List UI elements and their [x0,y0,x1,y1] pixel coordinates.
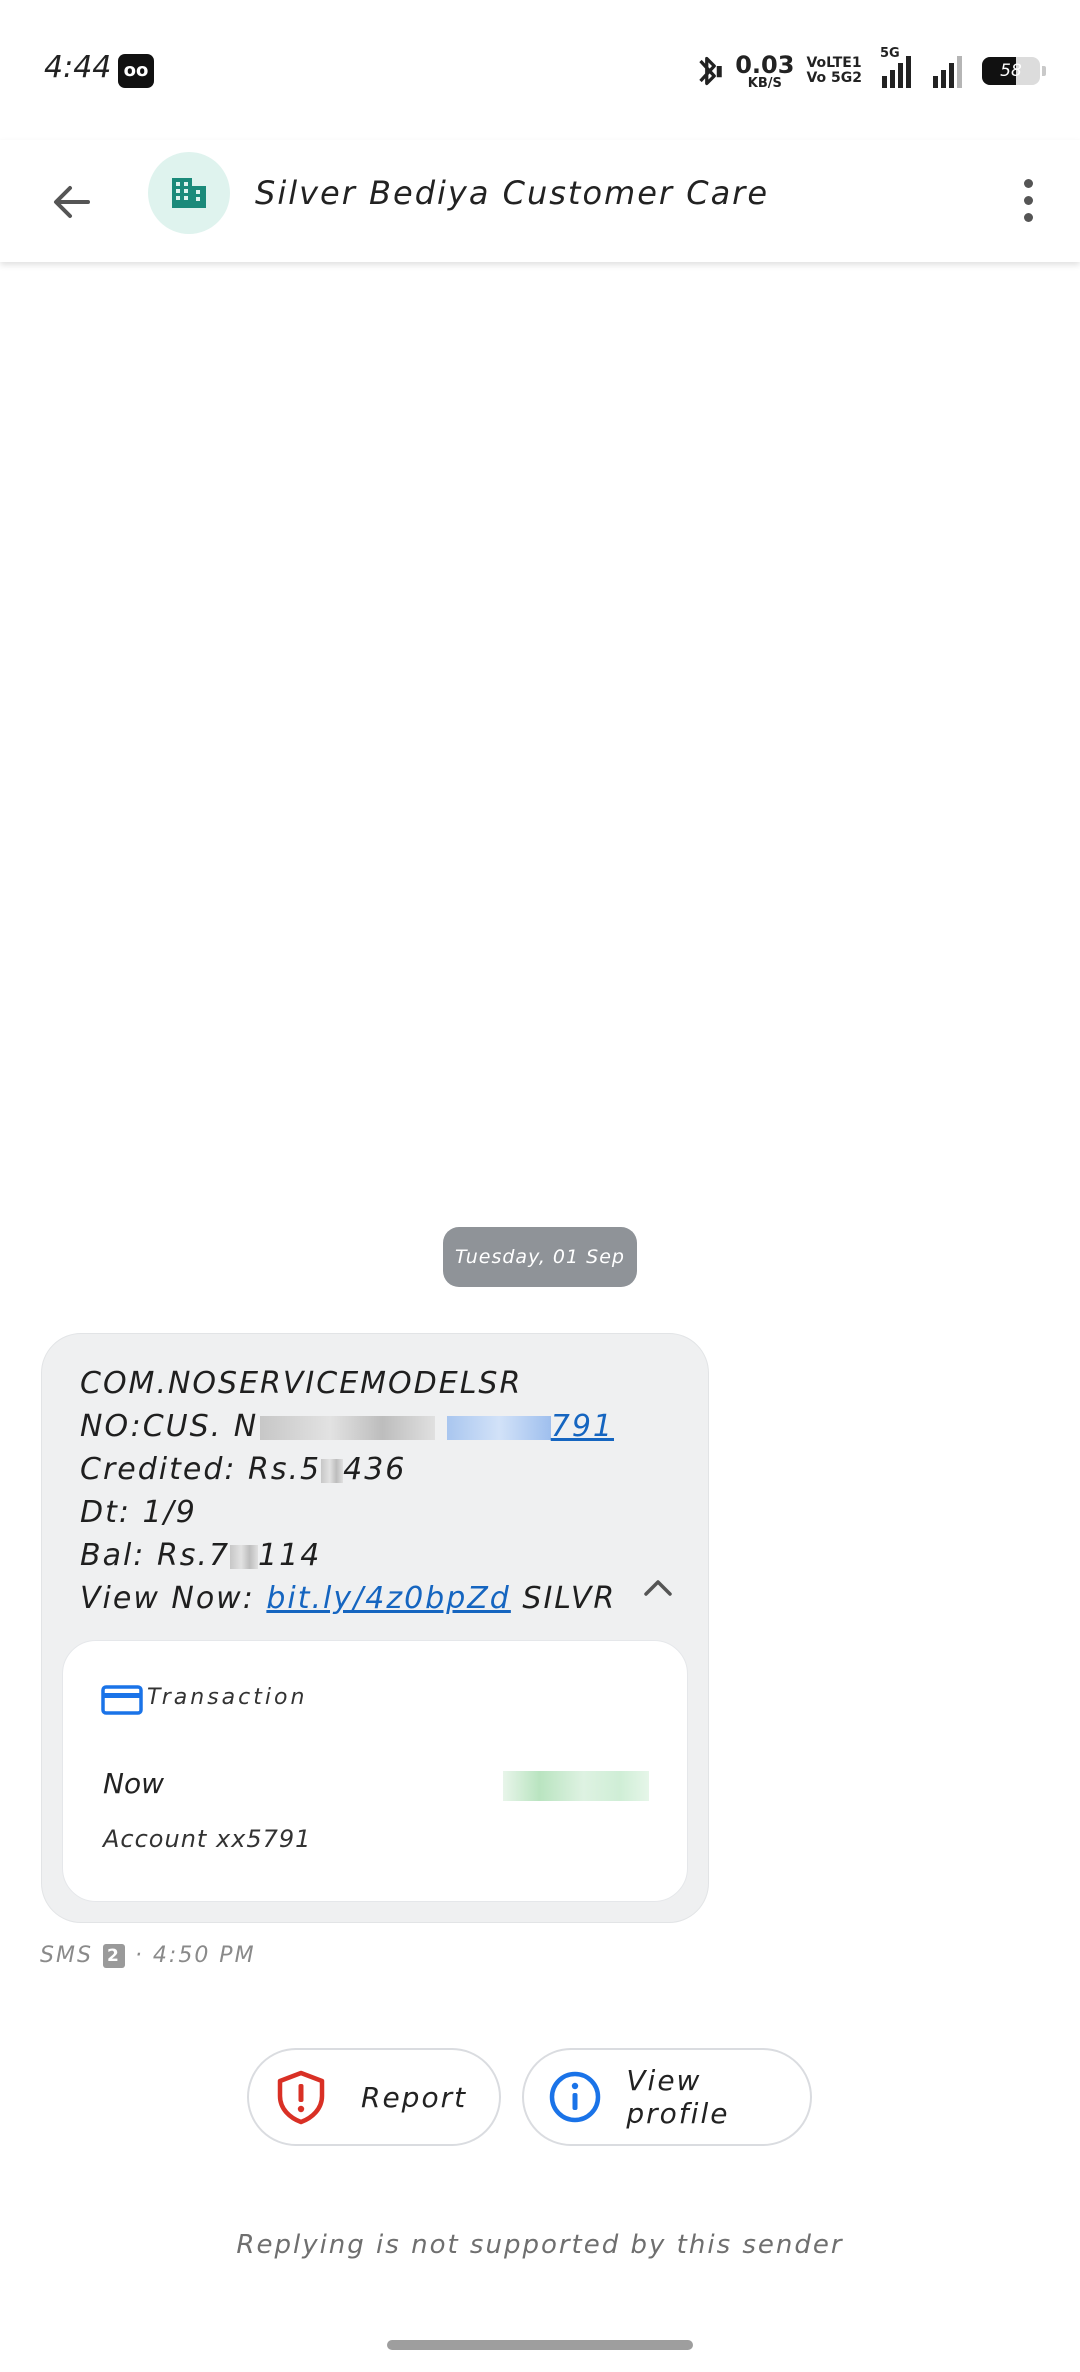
signal-icon-sim2 [933,54,962,88]
message-line: View Now: bit.ly/4z0bpZd SILVR [80,1581,617,1616]
redacted-text [230,1544,259,1569]
redacted-text [446,1415,551,1440]
volte-line-2: Vo 5G2 [806,70,862,86]
network-speed-unit: KB/S [747,75,782,91]
notification-app-icon: oo [118,54,154,88]
conversation-screen: 4:44 oo 0.03 KB/S VoLTE1 Vo 5G2 5G 58 Si… [0,0,1080,2372]
status-indicators: 0.03 KB/S VoLTE1 Vo 5G2 5G 58 [693,46,1046,94]
signal-icon: 5G [880,46,911,88]
chevron-up-icon [644,1580,672,1596]
reply-unsupported-note: Replying is not supported by this sender [236,2230,844,2260]
bluetooth-icon [699,56,722,86]
avatar[interactable] [148,152,230,234]
redacted-text [260,1415,436,1440]
business-icon [172,178,206,208]
battery-level: 58 [1000,61,1022,81]
message-line: COM.NOSERVICEMODELSR [80,1366,523,1401]
contact-name[interactable]: Silver Bediya Customer Care [255,174,769,212]
redacted-amount [503,1771,649,1801]
battery-icon: 58 [982,57,1046,85]
report-shield-icon [277,2070,325,2125]
network-speed: 0.03 KB/S [735,53,794,90]
report-button[interactable]: Report [247,2048,501,2146]
transaction-time: Now [103,1767,164,1800]
message-bubble[interactable]: COM.NOSERVICEMODELSR NO:CUS. N 791 Credi… [41,1333,709,1923]
view-profile-button[interactable]: View profile [522,2048,812,2146]
message-line: Bal: Rs.7 114 [80,1538,322,1573]
message-meta: SMS 2 · 4:50 PM [40,1943,256,1968]
status-bar: 4:44 oo 0.03 KB/S VoLTE1 Vo 5G2 5G 58 [0,0,1080,140]
collapse-button[interactable] [638,1572,678,1602]
message-type: SMS [40,1943,93,1968]
network-speed-value: 0.03 [735,50,795,79]
report-label: Report [361,2080,468,2114]
message-line: NO:CUS. N 791 [80,1409,614,1444]
phone-link[interactable]: 791 [446,1409,614,1444]
view-profile-label: View profile [626,2064,730,2130]
more-vert-icon [1023,178,1033,188]
info-icon [549,2071,601,2123]
volte-line-1: VoLTE1 [806,54,862,71]
transaction-card-title: Transaction [147,1685,308,1710]
volte-indicator: VoLTE1 Vo 5G2 [806,54,862,87]
message-text: COM.NOSERVICEMODELSR NO:CUS. N 791 Credi… [80,1362,616,1620]
credit-card-icon [101,1685,143,1715]
home-indicator[interactable] [387,2340,693,2350]
date-separator: Tuesday, 01 Sep [443,1227,637,1287]
transaction-card[interactable]: Transaction Now Account xx5791 [62,1640,688,1902]
back-button[interactable] [40,170,104,234]
message-line: Credited: Rs.5 436 [80,1452,407,1487]
sim-badge-icon: 2 [102,1943,125,1968]
sim1-network-type: 5G [880,46,900,61]
redacted-text [321,1458,344,1483]
conversation-header: Silver Bediya Customer Care [0,140,1080,262]
message-time: · 4:50 PM [134,1943,256,1968]
transaction-account: Account xx5791 [103,1825,312,1853]
message-line: Dt: 1/9 [80,1495,197,1530]
back-arrow-icon [54,186,90,218]
status-time: 4:44 [44,50,112,85]
more-options-button[interactable] [1000,168,1056,232]
short-link[interactable]: bit.ly/4z0bpZd [266,1581,510,1616]
